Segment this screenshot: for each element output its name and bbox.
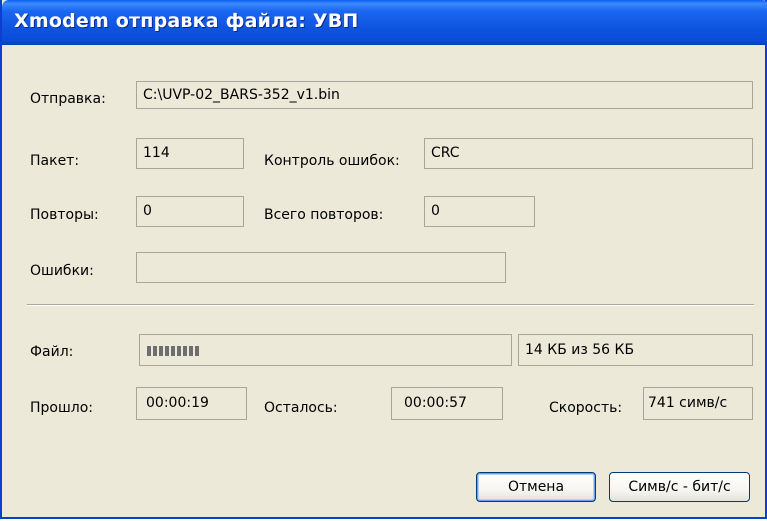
progress-block: [159, 346, 163, 356]
remaining-field: 00:00:57: [391, 387, 503, 420]
retries-label: Повторы:: [30, 207, 99, 223]
file-progress-bar: [139, 334, 512, 366]
window-title: Xmodem отправка файла: УВП: [14, 10, 359, 32]
progress-block: [153, 346, 157, 356]
progress-block: [177, 346, 181, 356]
remaining-label: Осталось:: [264, 400, 338, 416]
packet-label: Пакет:: [30, 153, 80, 169]
progress-block: [189, 346, 193, 356]
progress-block: [171, 346, 175, 356]
elapsed-field: 00:00:19: [136, 387, 247, 420]
separator: [27, 304, 754, 306]
error-check-field: CRC: [424, 138, 753, 169]
progress-block: [165, 346, 169, 356]
cancel-button[interactable]: Отмена: [476, 472, 596, 502]
send-label: Отправка:: [30, 91, 106, 107]
dialog-client-area: Отправка: C:\UVP-02_BARS-352_v1.bin Паке…: [6, 45, 765, 517]
elapsed-label: Прошло:: [30, 400, 94, 416]
total-retries-label: Всего повторов:: [264, 207, 384, 223]
file-label: Файл:: [30, 344, 74, 360]
retries-field: 0: [136, 196, 244, 227]
packet-field: 114: [136, 138, 244, 169]
file-size-field: 14 КБ из 56 КБ: [518, 334, 753, 366]
title-bar[interactable]: Xmodem отправка файла: УВП: [2, 0, 767, 45]
speed-label: Скорость:: [549, 400, 623, 416]
total-retries-field: 0: [424, 196, 535, 227]
xmodem-dialog: Xmodem отправка файла: УВП Отправка: C:\…: [0, 0, 767, 519]
progress-fill: [147, 346, 199, 356]
error-check-label: Контроль ошибок:: [264, 153, 400, 169]
send-filename-field: C:\UVP-02_BARS-352_v1.bin: [136, 81, 753, 109]
units-toggle-button[interactable]: Симв/с - бит/с: [609, 472, 750, 502]
progress-block: [147, 346, 151, 356]
progress-block: [183, 346, 187, 356]
progress-block: [195, 346, 199, 356]
errors-label: Ошибки:: [30, 263, 94, 279]
errors-field: [136, 252, 506, 283]
speed-field: 741 симв/с: [643, 387, 753, 420]
